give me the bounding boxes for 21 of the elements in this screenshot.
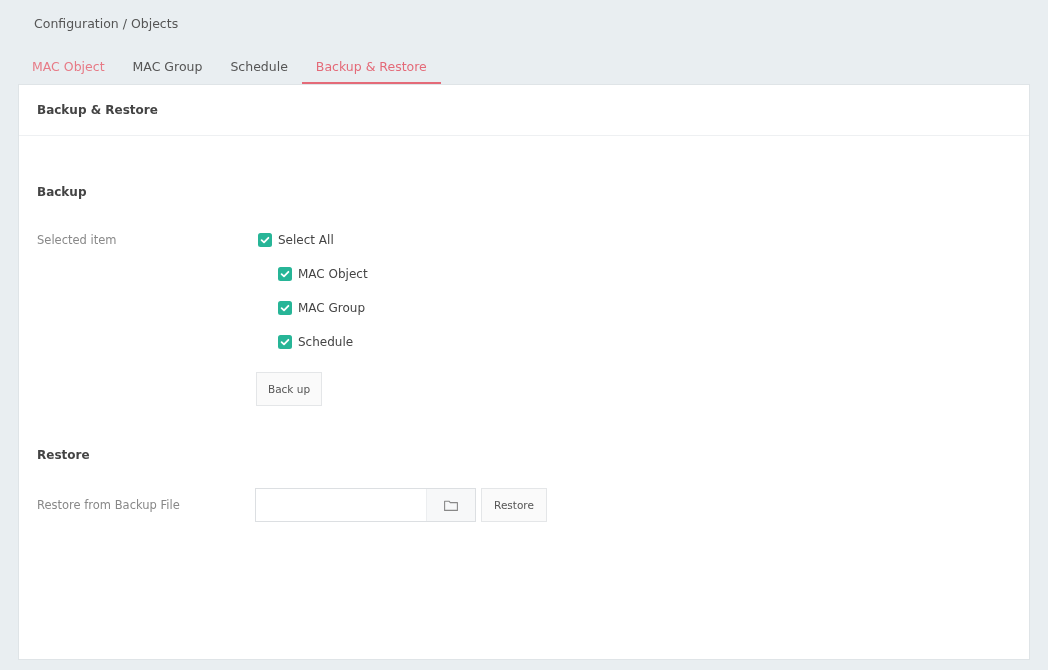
browse-button[interactable] bbox=[426, 489, 475, 521]
checkbox[interactable]: MAC Group bbox=[278, 299, 366, 317]
checkbox[interactable]: Schedule bbox=[278, 333, 354, 351]
folder-icon bbox=[444, 499, 458, 511]
section-heading: Restore bbox=[37, 447, 90, 464]
checkbox[interactable]: MAC Object bbox=[278, 265, 368, 283]
field-label: Restore from Backup File bbox=[37, 497, 180, 514]
backup-button[interactable]: Back up bbox=[256, 372, 322, 406]
checkbox-icon[interactable] bbox=[258, 233, 272, 247]
tab[interactable]: Schedule bbox=[216, 56, 302, 84]
checkbox-icon[interactable] bbox=[278, 301, 292, 315]
file-input-field[interactable] bbox=[255, 488, 476, 522]
checkbox-icon[interactable] bbox=[278, 267, 292, 281]
tab[interactable]: MAC Group bbox=[118, 56, 217, 84]
section-heading: Backup bbox=[37, 184, 87, 201]
checkbox-icon[interactable] bbox=[278, 335, 292, 349]
restore-button[interactable]: Restore bbox=[481, 488, 547, 522]
field-label: Selected item bbox=[37, 232, 117, 249]
breadcrumb: Configuration / Objects bbox=[34, 15, 179, 33]
checkbox[interactable]: Select All bbox=[258, 231, 334, 249]
panel-title: Backup & Restore bbox=[37, 103, 158, 117]
